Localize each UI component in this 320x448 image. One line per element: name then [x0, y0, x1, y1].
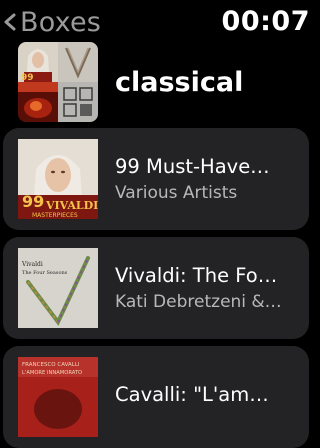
red-fire-art	[18, 82, 58, 122]
playlist-artwork-grid: 99	[18, 42, 98, 122]
album-artist: Various Artists	[115, 183, 238, 203]
cover-line2: L'AMORE INNAMORATO	[22, 370, 82, 376]
list-item[interactable]: 99 VIVALDI MASTERPIECES 99 Must-Have… Va…	[3, 128, 309, 230]
list-item[interactable]: Vivaldi The Four Seasons Vivaldi: The Fo…	[3, 237, 309, 339]
cover-name: VIVALDI	[45, 199, 98, 212]
vivaldi-cover-art: 99 VIVALDI MASTERPIECES	[18, 139, 98, 219]
four-seasons-cover-art: Vivaldi The Four Seasons	[18, 248, 98, 328]
svg-text:99: 99	[21, 73, 34, 82]
list-item[interactable]: FRANCESCO CAVALLI L'AMORE INNAMORATO Cav…	[3, 346, 309, 448]
album-title: Vivaldi: The Fo…	[115, 264, 278, 287]
manuscript-art	[58, 82, 98, 122]
playlist-header: 99 classical	[18, 40, 308, 124]
album-cover: 99 VIVALDI MASTERPIECES	[18, 139, 98, 219]
status-bar: Boxes 00:07	[0, 0, 312, 44]
album-cover: FRANCESCO CAVALLI L'AMORE INNAMORATO	[18, 357, 98, 437]
cover-line1: FRANCESCO CAVALLI	[22, 362, 80, 368]
cover-sub: MASTERPIECES	[32, 212, 78, 219]
album-title: 99 Must-Have…	[115, 155, 270, 178]
album-artist: Kati Debretzeni &…	[115, 292, 282, 312]
back-label: Boxes	[20, 6, 102, 38]
chevron-left-icon	[4, 13, 16, 31]
cavalli-cover-art: FRANCESCO CAVALLI L'AMORE INNAMORATO	[18, 357, 98, 437]
violin-strings-art	[58, 42, 98, 82]
album-title: Cavalli: "L'am…	[115, 383, 269, 406]
album-cover: Vivaldi The Four Seasons	[18, 248, 98, 328]
playlist-title: classical	[115, 66, 244, 98]
back-button[interactable]: Boxes	[2, 4, 101, 40]
cover-line2: The Four Seasons	[22, 270, 68, 276]
vivaldi-portrait-art: 99	[18, 42, 58, 82]
cover-number: 99	[22, 192, 44, 211]
cover-line1: Vivaldi	[21, 261, 43, 268]
clock: 00:07	[221, 6, 310, 37]
